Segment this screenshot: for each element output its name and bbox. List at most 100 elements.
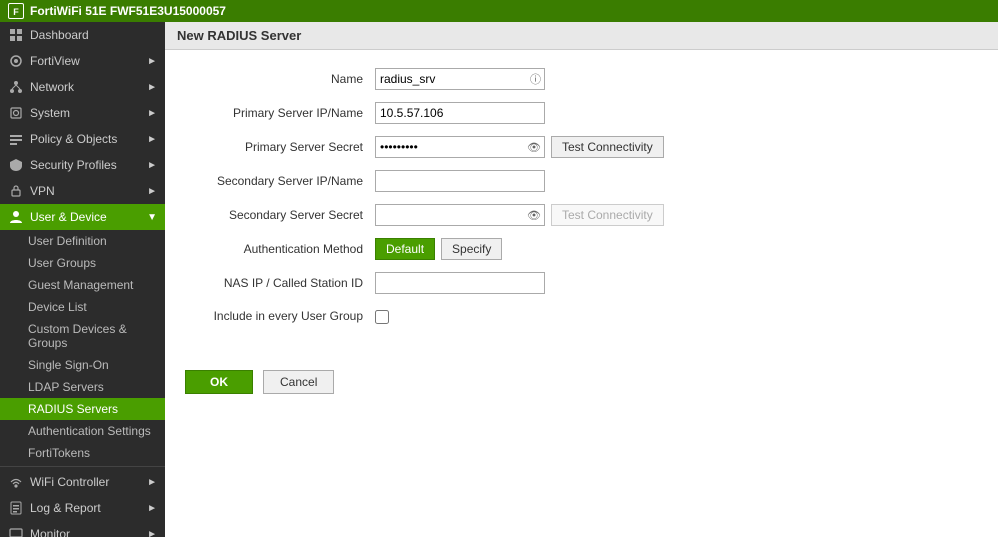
sidebar-item-user-definition[interactable]: User Definition <box>0 230 165 252</box>
eye-icon[interactable]: 👁 <box>527 141 541 154</box>
sub-label-device-list: Device List <box>28 300 87 314</box>
label-secondary-secret: Secondary Server Secret <box>185 208 375 222</box>
sidebar-label-network: Network <box>30 80 143 94</box>
test-connectivity-button-secondary[interactable]: Test Connectivity <box>551 204 664 226</box>
auth-default-button[interactable]: Default <box>375 238 435 260</box>
topbar: F FortiWiFi 51E FWF51E3U15000057 <box>0 0 998 22</box>
sidebar-item-custom-devices-groups[interactable]: Custom Devices & Groups <box>0 318 165 354</box>
label-secondary-ip: Secondary Server IP/Name <box>185 174 375 188</box>
chevron-right-icon: ► <box>147 134 157 145</box>
label-nas-ip: NAS IP / Called Station ID <box>185 276 375 290</box>
sidebar-label-user-device: User & Device <box>30 210 143 224</box>
page-title: New RADIUS Server <box>165 22 998 50</box>
sidebar-item-ldap-servers[interactable]: LDAP Servers <box>0 376 165 398</box>
name-input[interactable] <box>375 68 545 90</box>
sidebar-label-wifi: WiFi Controller <box>30 475 143 489</box>
sidebar-item-authentication-settings[interactable]: Authentication Settings <box>0 420 165 442</box>
security-icon <box>8 157 24 173</box>
sidebar-item-guest-management[interactable]: Guest Management <box>0 274 165 296</box>
test-connectivity-button-primary[interactable]: Test Connectivity <box>551 136 664 158</box>
sidebar-item-vpn[interactable]: VPN ► <box>0 178 165 204</box>
label-include-group: Include in every User Group <box>185 309 375 325</box>
include-group-checkbox[interactable] <box>375 310 389 324</box>
policy-icon <box>8 131 24 147</box>
app-title: FortiWiFi 51E FWF51E3U15000057 <box>30 4 226 18</box>
cancel-button[interactable]: Cancel <box>263 370 334 394</box>
sidebar-item-user-device[interactable]: User & Device ▼ <box>0 204 165 230</box>
form-row-name: Name ⓘ <box>185 66 978 92</box>
eye-icon-secondary[interactable]: 👁 <box>527 209 541 222</box>
sidebar-label-security: Security Profiles <box>30 158 143 172</box>
sub-label-user-groups: User Groups <box>28 256 96 270</box>
sidebar-item-policy-objects[interactable]: Policy & Objects ► <box>0 126 165 152</box>
control-primary-ip <box>375 102 545 124</box>
control-primary-secret: 👁 Test Connectivity <box>375 136 664 158</box>
sidebar-item-monitor[interactable]: Monitor ► <box>0 521 165 537</box>
footer-buttons: OK Cancel <box>165 354 998 410</box>
sidebar-item-single-sign-on[interactable]: Single Sign-On <box>0 354 165 376</box>
sidebar-label-log: Log & Report <box>30 501 143 515</box>
sub-label-guest-management: Guest Management <box>28 278 133 292</box>
label-primary-secret: Primary Server Secret <box>185 140 375 154</box>
network-icon <box>8 79 24 95</box>
sidebar-label-system: System <box>30 106 143 120</box>
sidebar-item-log-report[interactable]: Log & Report ► <box>0 495 165 521</box>
secondary-secret-wrapper: 👁 <box>375 204 545 226</box>
form-row-auth-method: Authentication Method Default Specify <box>185 236 978 262</box>
sub-label-radius-servers: RADIUS Servers <box>28 402 118 416</box>
svg-text:F: F <box>13 7 19 17</box>
sub-label-user-definition: User Definition <box>28 234 107 248</box>
sidebar-item-user-groups[interactable]: User Groups <box>0 252 165 274</box>
sidebar-label-policy: Policy & Objects <box>30 132 143 146</box>
control-name: ⓘ <box>375 68 545 90</box>
ok-button[interactable]: OK <box>185 370 253 394</box>
form-row-secondary-ip: Secondary Server IP/Name <box>185 168 978 194</box>
system-icon <box>8 105 24 121</box>
sidebar-item-device-list[interactable]: Device List <box>0 296 165 318</box>
primary-server-ip-input[interactable] <box>375 102 545 124</box>
sidebar-item-wifi-controller[interactable]: WiFi Controller ► <box>0 469 165 495</box>
sidebar-item-system[interactable]: System ► <box>0 100 165 126</box>
fortinet-logo-icon: F <box>9 4 23 18</box>
form-row-nas-ip: NAS IP / Called Station ID <box>185 270 978 296</box>
label-name: Name <box>185 72 375 86</box>
sub-label-custom-devices-groups: Custom Devices & Groups <box>28 322 157 350</box>
sidebar-label-monitor: Monitor <box>30 527 143 537</box>
chevron-right-icon: ► <box>147 503 157 514</box>
content-area: New RADIUS Server Name ⓘ Primary Server … <box>165 22 998 537</box>
secondary-server-secret-input[interactable] <box>375 204 545 226</box>
sidebar-item-network[interactable]: Network ► <box>0 74 165 100</box>
secondary-server-ip-input[interactable] <box>375 170 545 192</box>
nas-ip-input[interactable] <box>375 272 545 294</box>
monitor-icon <box>8 526 24 537</box>
sidebar: Dashboard FortiView ► Network ► System ► <box>0 22 165 537</box>
control-nas-ip <box>375 272 545 294</box>
sidebar-item-security-profiles[interactable]: Security Profiles ► <box>0 152 165 178</box>
chevron-right-icon: ► <box>147 529 157 537</box>
user-icon <box>8 209 24 225</box>
auth-specify-button[interactable]: Specify <box>441 238 502 260</box>
label-auth-method: Authentication Method <box>185 242 375 256</box>
sidebar-label-vpn: VPN <box>30 184 143 198</box>
sidebar-item-dashboard[interactable]: Dashboard <box>0 22 165 48</box>
fortiview-icon <box>8 53 24 69</box>
form-row-secondary-secret: Secondary Server Secret 👁 Test Connectiv… <box>185 202 978 228</box>
wifi-icon <box>8 474 24 490</box>
sidebar-label-fortiview: FortiView <box>30 54 143 68</box>
sidebar-item-fortiview[interactable]: FortiView ► <box>0 48 165 74</box>
chevron-right-icon: ► <box>147 56 157 67</box>
control-auth-method: Default Specify <box>375 238 502 260</box>
info-icon: ⓘ <box>530 71 541 87</box>
chevron-down-icon: ▼ <box>147 212 157 223</box>
primary-server-secret-input[interactable] <box>375 136 545 158</box>
sub-label-ldap-servers: LDAP Servers <box>28 380 104 394</box>
sidebar-item-fortitokens[interactable]: FortiTokens <box>0 442 165 464</box>
log-icon <box>8 500 24 516</box>
sub-label-authentication-settings: Authentication Settings <box>28 424 151 438</box>
chevron-right-icon: ► <box>147 186 157 197</box>
sidebar-item-radius-servers[interactable]: RADIUS Servers <box>0 398 165 420</box>
control-secondary-secret: 👁 Test Connectivity <box>375 204 664 226</box>
chevron-right-icon: ► <box>147 108 157 119</box>
app-logo: F <box>8 3 24 19</box>
vpn-icon <box>8 183 24 199</box>
